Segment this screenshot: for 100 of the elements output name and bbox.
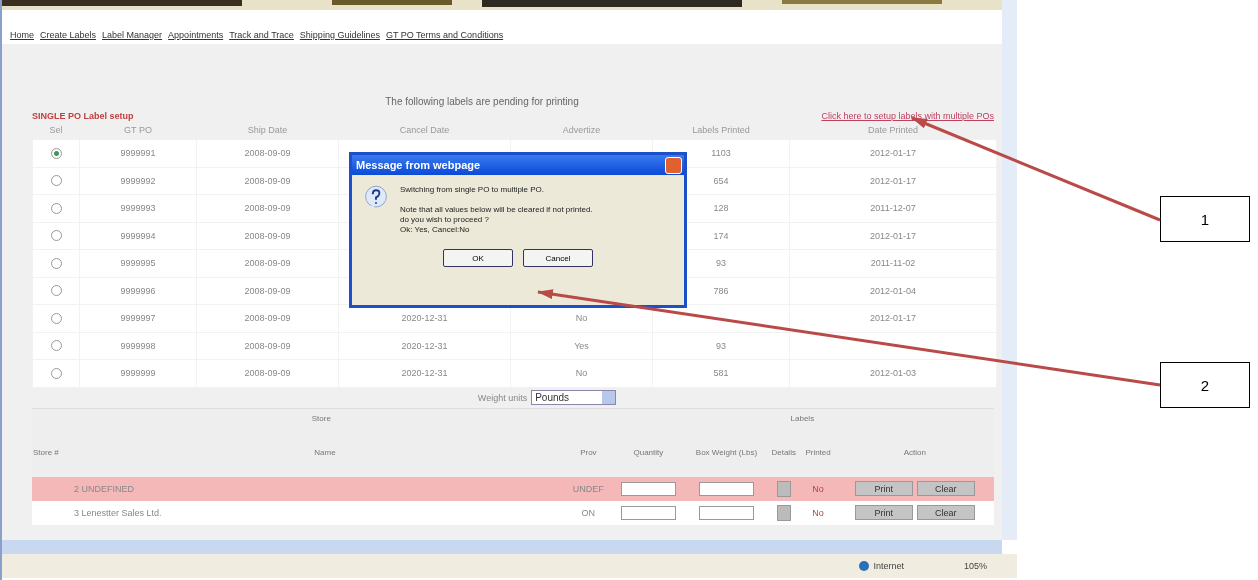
details-button[interactable] — [776, 504, 791, 521]
close-icon[interactable] — [665, 156, 682, 174]
table-cell: 2008-09-09 — [244, 175, 291, 186]
table-cell: 2008-09-09 — [244, 148, 291, 159]
nav-link[interactable]: Appointments — [168, 30, 224, 44]
zoom-level[interactable]: 105% — [963, 561, 987, 571]
table-cell: 2008-09-09 — [244, 313, 291, 324]
table-cell: No — [575, 313, 588, 324]
dialog-message: Ok: Yes, Cancel:No — [400, 225, 471, 235]
column-header: Advertize — [510, 121, 653, 140]
table-cell: 2008-09-09 — [244, 340, 291, 351]
nav-link[interactable]: GT PO Terms and Conditions — [385, 30, 504, 44]
action-button[interactable]: Print — [854, 505, 913, 520]
nav-link[interactable]: Shipping Guidelines — [299, 30, 380, 44]
table-cell: 3 — [74, 507, 79, 518]
table-cell: Yes — [574, 340, 589, 351]
column-header: Action — [902, 447, 927, 459]
section-title: SINGLE PO Label setup — [32, 111, 134, 121]
table-cell: 2011-11-02 — [870, 258, 916, 269]
nav-link[interactable]: Home — [10, 30, 34, 44]
action-button[interactable]: Clear — [916, 481, 975, 496]
column-header: Sel — [32, 121, 80, 140]
table-cell: 93 — [716, 258, 726, 269]
table-cell: 2008-09-09 — [244, 285, 291, 296]
table-cell: 786 — [713, 285, 729, 296]
table-cell: 9999999 — [120, 368, 156, 379]
table-cell: 2012-01-17 — [869, 175, 916, 186]
table-cell: 2012-01-04 — [869, 285, 916, 296]
table-cell: 9999993 — [120, 203, 156, 214]
table-cell: 9999998 — [120, 340, 156, 351]
dialog-button[interactable]: OK — [443, 249, 513, 267]
zone-label: Internet — [873, 561, 904, 571]
action-button[interactable]: Clear — [916, 505, 975, 520]
callout-box: 2 — [1160, 362, 1250, 408]
column-header: Printed — [804, 447, 832, 459]
dropdown-icon — [602, 391, 616, 404]
table-cell: 2020-12-31 — [401, 368, 448, 379]
dialog-message: Note that all values below will be cleared if not printed. — [400, 205, 593, 215]
weight-units-select[interactable]: Pounds — [531, 390, 617, 405]
column-header: Cancel Date — [338, 121, 511, 140]
column-header: Quantity — [632, 447, 665, 459]
box-weight-field[interactable] — [698, 505, 754, 520]
table-cell: 2011-12-07 — [870, 203, 916, 214]
callout-box: 1 — [1160, 196, 1250, 242]
table-cell: 2012-01-17 — [869, 230, 916, 241]
weight-units-label: Weight units — [477, 392, 528, 403]
column-header: Box Weight (Lbs) — [694, 447, 759, 459]
dialog-button[interactable]: Cancel — [523, 249, 593, 267]
action-button[interactable]: Print — [854, 481, 913, 496]
column-header: Labels Printed — [652, 121, 790, 140]
table-cell: No — [575, 368, 588, 379]
table-cell: UNDEF — [572, 483, 604, 494]
table-cell: 2020-12-31 — [401, 313, 448, 324]
table-cell: 9999996 — [120, 285, 156, 296]
table-cell: 2008-09-09 — [244, 203, 291, 214]
table-cell: 2020-12-31 — [401, 340, 448, 351]
table-cell: 2012-01-17 — [869, 313, 916, 324]
table-cell: UNDEFINED — [81, 483, 135, 494]
nav-link[interactable]: Label Manager — [102, 30, 163, 44]
table-cell: 1103 — [711, 148, 731, 159]
table-cell: 9999991 — [120, 148, 156, 159]
table-cell: 581 — [713, 368, 729, 379]
column-header: Ship Date — [196, 121, 339, 140]
column-header: Store # — [32, 447, 60, 459]
column-header: GT PO — [79, 121, 197, 140]
column-header: Date Printed — [789, 121, 997, 140]
vertical-scrollbar[interactable] — [1002, 0, 1017, 540]
table-cell: 2008-09-09 — [244, 258, 291, 269]
table-cell: No — [812, 507, 824, 518]
multi-po-link[interactable]: Click here to setup labels with multiple POs — [821, 111, 994, 121]
table-cell: 9999992 — [120, 175, 156, 186]
group-header: Store — [32, 408, 611, 429]
table-cell: 2008-09-09 — [244, 368, 291, 379]
dialog-title: Message from webpage — [356, 159, 481, 171]
horizontal-scrollbar[interactable] — [2, 540, 1002, 554]
quantity-field[interactable] — [620, 505, 676, 520]
details-button[interactable] — [776, 480, 791, 497]
table-cell: 174 — [713, 230, 729, 241]
globe-icon — [859, 561, 870, 571]
pending-title: The following labels are pending for printing — [384, 96, 580, 107]
quantity-field[interactable] — [620, 481, 676, 496]
table-cell: 9999994 — [120, 230, 156, 241]
column-header: Prov — [579, 447, 598, 459]
table-cell: Lenestter Sales Ltd. — [81, 507, 162, 518]
group-header: Labels — [610, 408, 994, 429]
table-cell: ON — [581, 507, 596, 518]
box-weight-field[interactable] — [698, 481, 754, 496]
table-cell: 128 — [713, 203, 729, 214]
nav-link[interactable]: Track and Trace — [229, 30, 294, 44]
table-cell: 9999997 — [120, 313, 156, 324]
table-cell: 2012-01-03 — [869, 368, 916, 379]
table-cell: 93 — [716, 340, 726, 351]
table-cell: 654 — [713, 175, 729, 186]
column-header: Name — [313, 447, 337, 459]
question-icon — [364, 185, 388, 213]
table-cell: 2008-09-09 — [244, 230, 291, 241]
table-cell: 2 — [74, 483, 79, 494]
dialog-message: do you wish to proceed ? — [400, 215, 490, 225]
column-header: Details — [770, 447, 797, 459]
nav-link[interactable]: Create Labels — [40, 30, 97, 44]
